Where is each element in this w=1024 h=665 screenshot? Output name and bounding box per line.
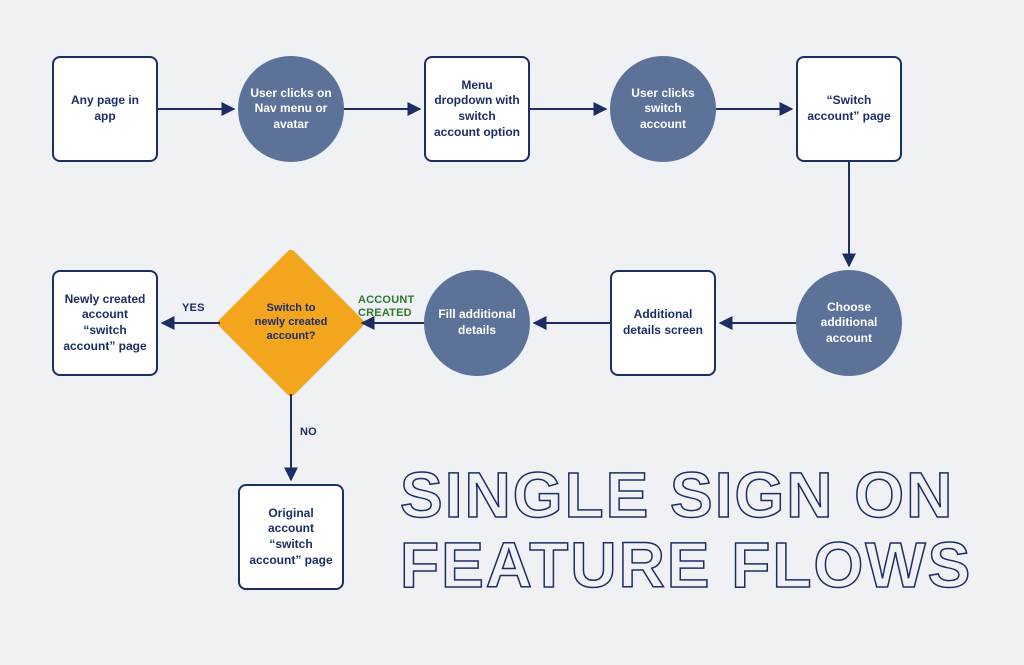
flow-node-original-account-switch-page: Original account “switch account” page xyxy=(238,484,344,590)
flow-node-click-switch: User clicks switch account xyxy=(610,56,716,162)
flow-node-click-nav: User clicks on Nav menu or avatar xyxy=(238,56,344,162)
node-label: User clicks switch account xyxy=(620,86,706,133)
node-label: User clicks on Nav menu or avatar xyxy=(248,86,334,133)
node-label: Choose additional account xyxy=(806,300,892,347)
node-label: Switch to newly created account? xyxy=(238,270,344,376)
flow-node-new-account-switch-page: Newly created account “switch account” p… xyxy=(52,270,158,376)
node-label: “Switch account” page xyxy=(806,93,892,124)
flow-node-additional-details-screen: Additional details screen xyxy=(610,270,716,376)
node-label: Any page in app xyxy=(62,93,148,124)
flow-node-menu-dropdown: Menu dropdown with switch account option xyxy=(424,56,530,162)
flow-node-choose-additional: Choose additional account xyxy=(796,270,902,376)
edge-label-account-created: ACCOUNT CREATED xyxy=(358,294,428,319)
diagram-title: SINGLE SIGN ON FEATURE FLOWS xyxy=(400,460,1000,601)
node-label: Newly created account “switch account” p… xyxy=(62,292,148,354)
flow-node-decision-switch: Switch to newly created account? xyxy=(238,270,344,376)
edge-label-yes: YES xyxy=(182,302,205,314)
flow-node-fill-details: Fill additional details xyxy=(424,270,530,376)
flow-node-any-page: Any page in app xyxy=(52,56,158,162)
node-label: Menu dropdown with switch account option xyxy=(434,78,520,140)
node-label: Fill additional details xyxy=(434,307,520,338)
flow-node-switch-page: “Switch account” page xyxy=(796,56,902,162)
node-label: Additional details screen xyxy=(620,307,706,338)
edge-label-no: NO xyxy=(300,426,317,438)
node-label: Original account “switch account” page xyxy=(248,506,334,568)
